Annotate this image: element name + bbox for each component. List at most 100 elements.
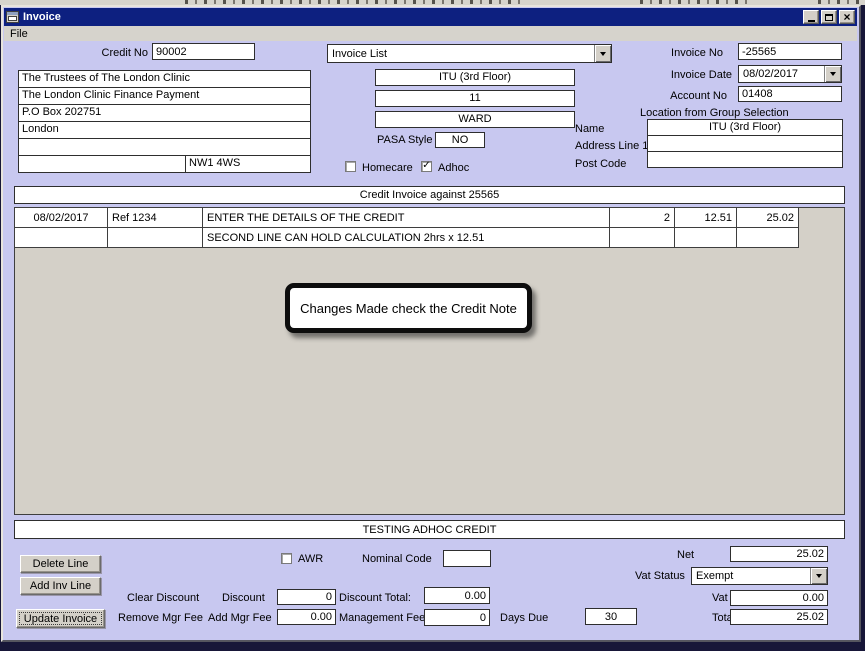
ward-type-field[interactable]: WARD bbox=[375, 111, 575, 128]
address-line1-label: Address Line 1 bbox=[575, 140, 648, 152]
name-label: Name bbox=[575, 123, 604, 135]
days-due-label: Days Due bbox=[500, 612, 548, 624]
invoice-list-value: Invoice List bbox=[328, 48, 594, 60]
vat-status-value: Exempt bbox=[692, 570, 810, 582]
invoice-date-value: 08/02/2017 bbox=[739, 68, 824, 80]
invoice-lines-grid[interactable]: 08/02/2017 Ref 1234 ENTER THE DETAILS OF… bbox=[14, 207, 845, 515]
invoice-no-label: Invoice No bbox=[650, 47, 723, 59]
delete-line-button[interactable]: Delete Line bbox=[20, 555, 101, 573]
table-row[interactable]: 08/02/2017 Ref 1234 ENTER THE DETAILS OF… bbox=[15, 208, 844, 228]
location-address-field[interactable] bbox=[647, 135, 843, 152]
close-icon: × bbox=[843, 12, 850, 22]
chevron-down-icon bbox=[816, 574, 822, 578]
line-rate-cell[interactable]: 12.51 bbox=[675, 208, 737, 228]
vat-label: Vat bbox=[712, 592, 728, 604]
account-no-input[interactable] bbox=[738, 86, 842, 102]
discount-total-input[interactable] bbox=[424, 587, 490, 604]
remove-mgr-fee-label[interactable]: Remove Mgr Fee bbox=[118, 612, 203, 624]
title-bar: Invoice × bbox=[4, 8, 857, 26]
line-qty-cell[interactable] bbox=[610, 228, 675, 248]
discount-label: Discount bbox=[222, 592, 265, 604]
line-amount-cell[interactable]: 25.02 bbox=[737, 208, 799, 228]
nominal-code-input[interactable] bbox=[443, 550, 491, 567]
menu-bar: File bbox=[4, 26, 857, 41]
credit-banner-text: Credit Invoice against 25565 bbox=[360, 189, 499, 201]
management-fee-label: Management Fee: bbox=[339, 612, 428, 624]
line-qty-cell[interactable]: 2 bbox=[610, 208, 675, 228]
nominal-code-label: Nominal Code bbox=[362, 553, 432, 565]
check-icon: ✓ bbox=[422, 161, 430, 171]
invoice-date-label: Invoice Date bbox=[650, 69, 732, 81]
invoice-list-dropdown-button[interactable] bbox=[594, 45, 611, 62]
vat-status-label: Vat Status bbox=[635, 570, 685, 582]
post-code-label: Post Code bbox=[575, 158, 626, 170]
net-input[interactable] bbox=[730, 546, 828, 562]
line-date-cell[interactable] bbox=[15, 228, 108, 248]
address-row[interactable]: The London Clinic Finance Payment bbox=[18, 87, 311, 105]
minimize-button[interactable] bbox=[803, 10, 819, 24]
chevron-down-icon bbox=[600, 52, 606, 56]
invoice-date-dropdown[interactable]: 08/02/2017 bbox=[738, 65, 842, 83]
discount-total-label: Discount Total: bbox=[339, 592, 411, 604]
line-date-cell[interactable]: 08/02/2017 bbox=[15, 208, 108, 228]
clear-discount-label[interactable]: Clear Discount bbox=[127, 592, 199, 604]
ward-number-field[interactable]: 11 bbox=[375, 90, 575, 107]
add-mgr-fee-label[interactable]: Add Mgr Fee bbox=[208, 612, 272, 624]
homecare-checkbox[interactable] bbox=[345, 161, 356, 172]
line-ref-cell[interactable]: Ref 1234 bbox=[108, 208, 203, 228]
address-row[interactable]: P.O Box 202751 bbox=[18, 104, 311, 122]
close-button[interactable]: × bbox=[839, 10, 855, 24]
invoice-date-dropdown-button[interactable] bbox=[824, 66, 841, 82]
vat-status-dropdown-button[interactable] bbox=[810, 568, 827, 584]
line-ref-cell[interactable] bbox=[108, 228, 203, 248]
location-group-label: Location from Group Selection bbox=[640, 107, 789, 119]
pasa-style-field[interactable]: NO bbox=[435, 132, 485, 148]
background-text-fragment bbox=[640, 0, 752, 4]
total-input[interactable] bbox=[730, 609, 828, 625]
address-row[interactable] bbox=[18, 138, 311, 156]
vat-status-dropdown[interactable]: Exempt bbox=[691, 567, 828, 585]
ward-location-field[interactable]: ITU (3rd Floor) bbox=[375, 69, 575, 86]
footer-banner: TESTING ADHOC CREDIT bbox=[14, 520, 845, 539]
screen: Invoice × File Credit No Invoice List In… bbox=[0, 0, 865, 651]
minimize-icon bbox=[808, 20, 815, 22]
postcode-field[interactable]: NW1 4WS bbox=[185, 155, 311, 173]
net-label: Net bbox=[677, 549, 694, 561]
credit-no-input[interactable] bbox=[152, 43, 255, 60]
line-rate-cell[interactable] bbox=[675, 228, 737, 248]
background-text-fragment bbox=[818, 0, 860, 4]
line-amount-cell[interactable] bbox=[737, 228, 799, 248]
line-description-cell[interactable]: ENTER THE DETAILS OF THE CREDIT bbox=[203, 208, 610, 228]
form-icon bbox=[6, 11, 19, 23]
account-no-label: Account No bbox=[650, 90, 727, 102]
table-row[interactable]: SECOND LINE CAN HOLD CALCULATION 2hrs x … bbox=[15, 228, 844, 248]
maximize-icon bbox=[825, 14, 833, 21]
location-postcode-field[interactable] bbox=[647, 151, 843, 168]
mgr-fee-input[interactable] bbox=[277, 609, 336, 625]
footer-banner-text: TESTING ADHOC CREDIT bbox=[363, 524, 497, 536]
address-row-blank[interactable] bbox=[18, 155, 186, 173]
days-due-input[interactable] bbox=[585, 608, 637, 625]
maximize-button[interactable] bbox=[821, 10, 837, 24]
invoice-no-input[interactable] bbox=[738, 43, 842, 60]
awr-label: AWR bbox=[298, 553, 323, 565]
vat-input[interactable] bbox=[730, 590, 828, 606]
credit-no-label: Credit No bbox=[60, 47, 148, 59]
address-row[interactable]: The Trustees of The London Clinic bbox=[18, 70, 311, 88]
management-fee-input[interactable] bbox=[424, 609, 490, 626]
menu-file[interactable]: File bbox=[4, 28, 34, 40]
add-inv-line-button[interactable]: Add Inv Line bbox=[20, 577, 101, 595]
credit-note-popup: Changes Made check the Credit Note bbox=[285, 283, 532, 333]
credit-banner: Credit Invoice against 25565 bbox=[14, 186, 845, 204]
awr-checkbox[interactable] bbox=[281, 553, 292, 564]
discount-input[interactable] bbox=[277, 589, 336, 605]
invoice-list-dropdown[interactable]: Invoice List bbox=[327, 44, 612, 63]
line-description-cell[interactable]: SECOND LINE CAN HOLD CALCULATION 2hrs x … bbox=[203, 228, 610, 248]
popup-message: Changes Made check the Credit Note bbox=[300, 301, 517, 316]
update-invoice-button[interactable]: Update Invoice bbox=[16, 609, 105, 628]
address-row[interactable]: London bbox=[18, 121, 311, 139]
location-name-field[interactable]: ITU (3rd Floor) bbox=[647, 119, 843, 136]
background-text-fragment bbox=[185, 0, 520, 4]
adhoc-checkbox[interactable]: ✓ bbox=[421, 161, 432, 172]
pasa-style-label: PASA Style bbox=[377, 134, 432, 146]
